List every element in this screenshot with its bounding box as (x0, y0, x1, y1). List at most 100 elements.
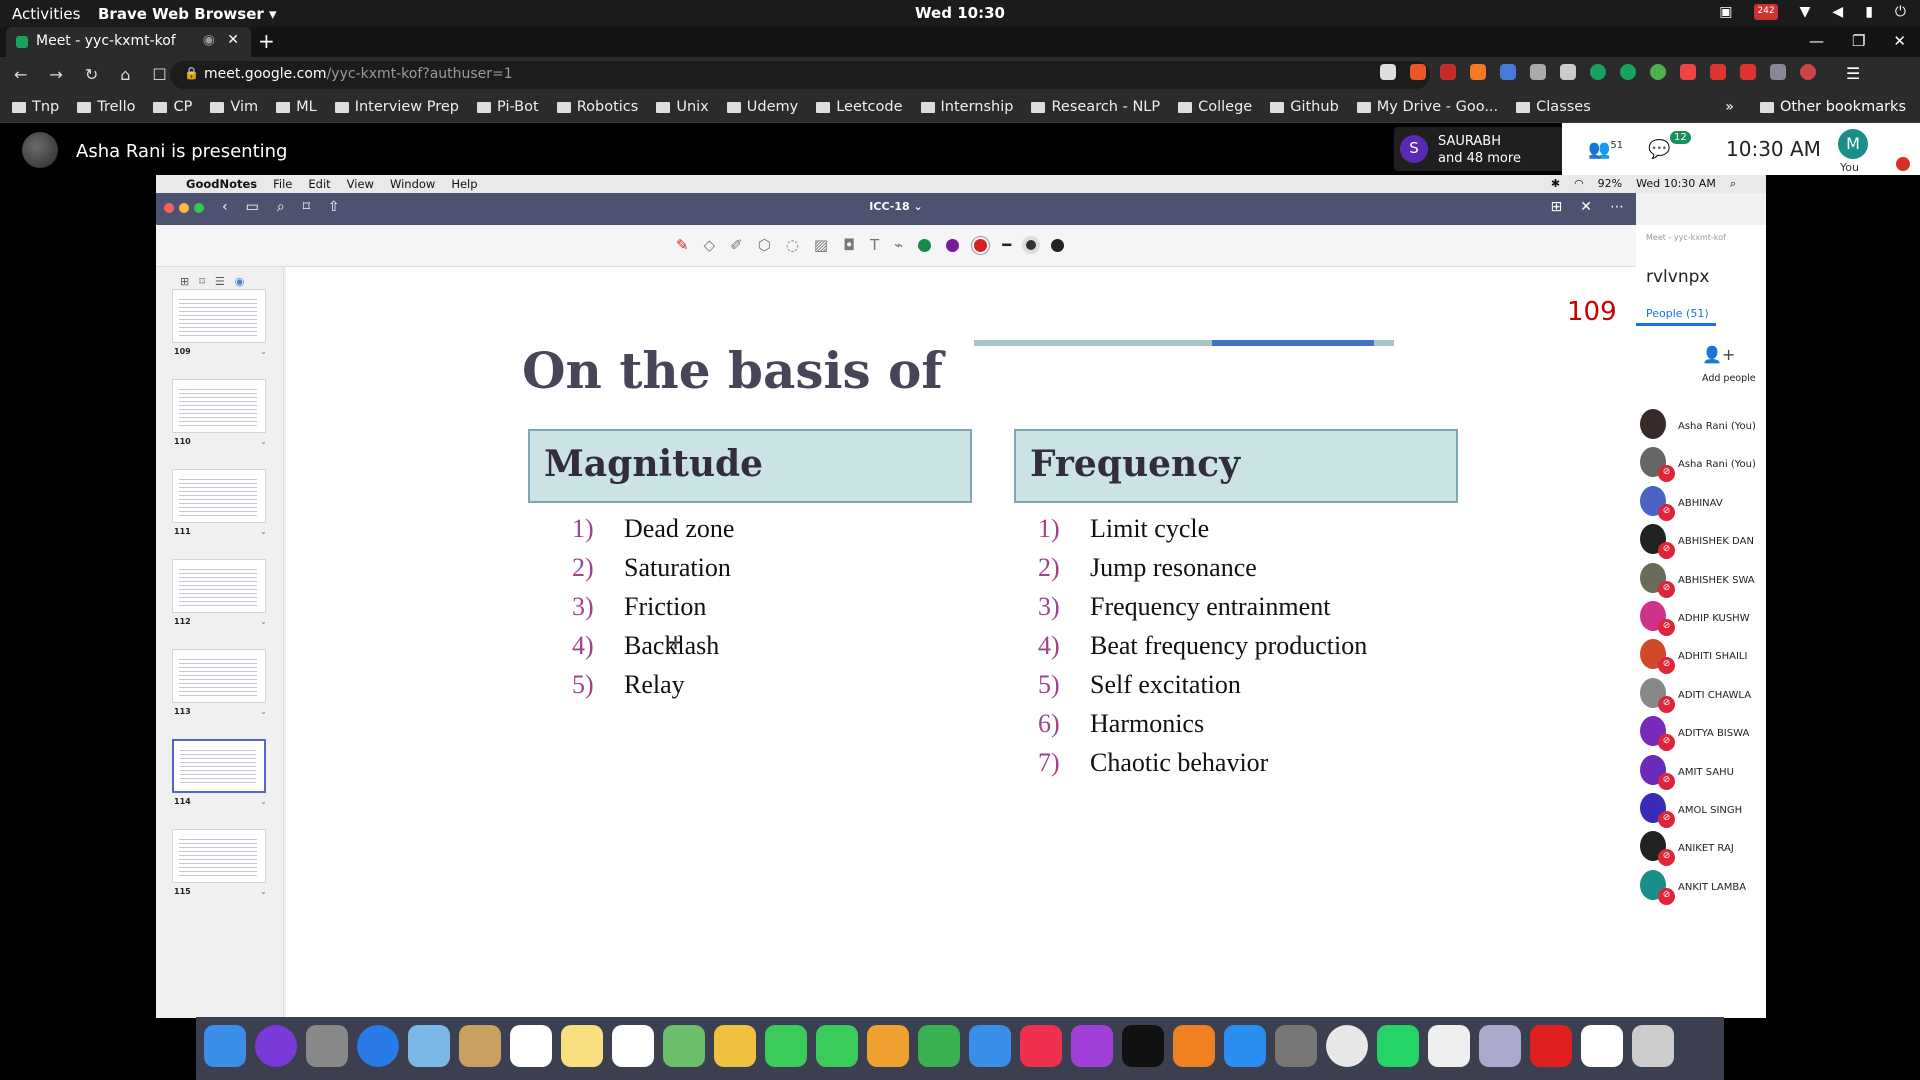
safari-icon[interactable] (357, 1025, 399, 1067)
bookmarks-overflow-icon[interactable]: » (1725, 99, 1734, 115)
menu-icon[interactable]: ☰ (1846, 64, 1860, 83)
mac-menu-view[interactable]: View (347, 177, 374, 193)
extension-icon[interactable] (1710, 64, 1726, 80)
volume-icon[interactable]: ◀ (1832, 4, 1843, 20)
bookmark-item[interactable]: Github (1270, 99, 1339, 115)
active-speaker-badge[interactable]: S SAURABH and 48 more (1394, 127, 1566, 171)
minimize-button[interactable]: — (1809, 32, 1824, 50)
url-bar[interactable]: 🔒 meet.google.com/yyc-kxmt-kof?authuser=… (170, 61, 1430, 89)
mac-menu-help[interactable]: Help (451, 177, 477, 193)
bookmark-item[interactable]: Internship (920, 99, 1013, 115)
chevron-down-icon[interactable]: ⌄ (260, 707, 267, 716)
keynote-icon[interactable] (969, 1025, 1011, 1067)
bookmark-item[interactable]: Vim (210, 99, 258, 115)
page-thumbnail[interactable] (172, 379, 266, 433)
acrobat-icon[interactable] (1530, 1025, 1572, 1067)
page-thumbnail[interactable] (172, 289, 266, 343)
camera-permission-icon[interactable] (1380, 64, 1396, 80)
brave-rewards-icon[interactable] (1440, 64, 1456, 80)
extension-icon[interactable] (1530, 64, 1546, 80)
extension-icon[interactable] (1740, 64, 1756, 80)
extension-icon[interactable] (1650, 64, 1666, 80)
siri-icon[interactable] (255, 1025, 297, 1067)
extension-icon[interactable] (1470, 64, 1486, 80)
maximize-button[interactable]: ❐ (1852, 32, 1865, 50)
chevron-down-icon[interactable]: ⌄ (260, 797, 267, 806)
music-icon[interactable] (1020, 1025, 1062, 1067)
power-menu-icon[interactable]: ⏻ (1895, 4, 1906, 20)
chevron-down-icon[interactable]: ⌄ (260, 347, 267, 356)
mac-app-name[interactable]: GoodNotes (186, 177, 257, 193)
whatsapp-icon[interactable] (1377, 1025, 1419, 1067)
forward-icon[interactable]: → (49, 65, 62, 84)
page-thumbnail[interactable] (172, 649, 266, 703)
textedit-icon[interactable] (1428, 1025, 1470, 1067)
preview-icon[interactable] (1479, 1025, 1521, 1067)
pages-icon[interactable] (867, 1025, 909, 1067)
extension-icon[interactable] (1770, 64, 1786, 80)
bookmark-item[interactable]: Classes (1516, 99, 1591, 115)
browser-tab[interactable]: Meet - yyc-kxmt-kof ◉ ✕ (6, 27, 251, 57)
bookmark-item[interactable]: Unix (656, 99, 709, 115)
tv-icon[interactable] (1122, 1025, 1164, 1067)
bookmark-page-icon[interactable]: ☐ (152, 65, 166, 84)
battery-icon[interactable]: ▮ (1865, 4, 1873, 20)
chat-button[interactable]: 💬 (1648, 139, 1670, 160)
reminders-icon[interactable] (612, 1025, 654, 1067)
extension-icon[interactable] (1800, 64, 1816, 80)
other-bookmarks[interactable]: » Other bookmarks (1725, 99, 1906, 115)
podcasts-icon[interactable] (1071, 1025, 1113, 1067)
self-avatar[interactable]: M (1838, 129, 1868, 159)
mac-menu-window[interactable]: Window (390, 177, 435, 193)
extension-icon[interactable] (1560, 64, 1576, 80)
photos-icon[interactable] (714, 1025, 756, 1067)
page-thumbnail[interactable] (172, 829, 266, 883)
bookmark-item[interactable]: Tnp (12, 99, 59, 115)
grammarly-icon[interactable] (1590, 64, 1606, 80)
participant-row[interactable]: ⊘ ANKIT LAMBA (1636, 866, 1766, 912)
maps-icon[interactable] (663, 1025, 705, 1067)
app-store-icon[interactable] (1224, 1025, 1266, 1067)
bookmark-item[interactable]: College (1178, 99, 1252, 115)
tab-close-button[interactable]: ✕ (227, 32, 239, 48)
chevron-down-icon[interactable]: ⌄ (260, 527, 267, 536)
system-tray[interactable]: ▣ 242 ▼ ◀ ▮ ⏻ (1719, 4, 1906, 20)
bookmark-item[interactable]: CP (153, 99, 192, 115)
mac-menu-edit[interactable]: Edit (308, 177, 330, 193)
extension-icon[interactable] (1680, 64, 1696, 80)
mail-icon[interactable] (408, 1025, 450, 1067)
home-icon[interactable]: ⌂ (120, 65, 130, 84)
chevron-down-icon[interactable]: ⌄ (260, 437, 267, 446)
contacts-icon[interactable] (459, 1025, 501, 1067)
notes-icon[interactable] (561, 1025, 603, 1067)
chrome-icon[interactable] (1326, 1025, 1368, 1067)
grammarly-icon[interactable] (1620, 64, 1636, 80)
bookmark-item[interactable]: Trello (77, 99, 135, 115)
page-thumbnail[interactable] (172, 469, 266, 523)
bookmark-item[interactable]: Robotics (556, 99, 638, 115)
wifi-icon[interactable]: ▼ (1800, 4, 1811, 20)
mac-menu-file[interactable]: File (273, 177, 292, 193)
numbers-icon[interactable] (918, 1025, 960, 1067)
chevron-down-icon[interactable]: ⌄ (260, 617, 267, 626)
camera-icon[interactable]: ▣ (1719, 4, 1732, 20)
lock-icon[interactable]: 🔒 (184, 66, 199, 80)
facetime-icon[interactable] (816, 1025, 858, 1067)
books-icon[interactable] (1173, 1025, 1215, 1067)
word-icon[interactable] (1581, 1025, 1623, 1067)
chevron-down-icon[interactable]: ⌄ (260, 887, 267, 896)
brave-shields-icon[interactable] (1410, 64, 1426, 80)
bookmark-item[interactable]: Leetcode (816, 99, 903, 115)
messages-icon[interactable] (765, 1025, 807, 1067)
page-thumbnail[interactable] (172, 559, 266, 613)
people-button[interactable]: 👥51 (1588, 139, 1623, 160)
bookmark-item[interactable]: My Drive - Goo... (1356, 99, 1498, 115)
system-preferences-icon[interactable] (1275, 1025, 1317, 1067)
translate-extension-icon[interactable] (1500, 64, 1516, 80)
calendar-icon[interactable] (510, 1025, 552, 1067)
bookmark-item[interactable]: Pi-Bot (477, 99, 539, 115)
back-icon[interactable]: ← (14, 65, 27, 84)
trash-icon[interactable] (1632, 1025, 1674, 1067)
notification-badge[interactable]: 242 (1754, 4, 1778, 20)
reload-icon[interactable]: ↻ (85, 65, 98, 84)
